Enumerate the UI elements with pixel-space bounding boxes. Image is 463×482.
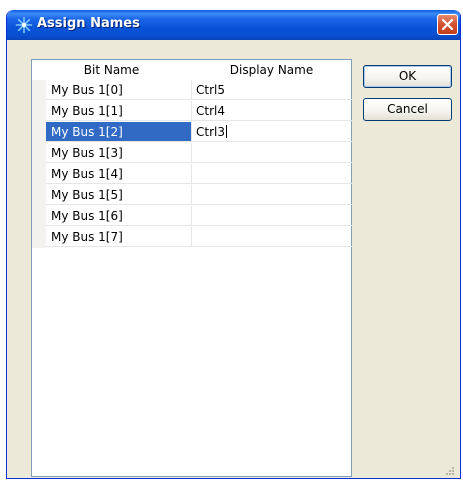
table-row[interactable]: My Bus 1[7] bbox=[32, 227, 352, 248]
display-name-cell[interactable]: Ctrl5 bbox=[191, 80, 352, 100]
row-gutter bbox=[32, 143, 46, 164]
close-icon bbox=[441, 18, 454, 31]
display-name-edit-text[interactable]: Ctrl3 bbox=[196, 125, 225, 139]
resize-grip-icon[interactable] bbox=[443, 461, 455, 475]
grid-header: Bit Name Display Name bbox=[32, 60, 351, 80]
table-row[interactable]: My Bus 1[0] Ctrl5 bbox=[32, 80, 352, 101]
row-gutter bbox=[32, 164, 46, 185]
table-row[interactable]: My Bus 1[1] Ctrl4 bbox=[32, 101, 352, 122]
display-name-cell[interactable] bbox=[191, 143, 352, 163]
display-name-cell[interactable]: Ctrl4 bbox=[191, 101, 352, 121]
bit-name-cell[interactable]: My Bus 1[1] bbox=[46, 101, 191, 121]
table-row[interactable]: My Bus 1[3] bbox=[32, 143, 352, 164]
bit-name-cell[interactable]: My Bus 1[4] bbox=[46, 164, 191, 184]
cancel-button[interactable]: Cancel bbox=[363, 98, 452, 121]
row-gutter bbox=[32, 227, 46, 248]
row-gutter bbox=[32, 206, 46, 227]
row-gutter bbox=[32, 185, 46, 206]
display-name-cell[interactable] bbox=[191, 185, 352, 205]
names-grid[interactable]: Bit Name Display Name My Bus 1[0] Ctrl5 … bbox=[31, 59, 352, 477]
bit-name-cell[interactable]: My Bus 1[6] bbox=[46, 206, 191, 226]
table-row[interactable]: My Bus 1[4] bbox=[32, 164, 352, 185]
row-gutter bbox=[32, 101, 46, 122]
bit-name-cell[interactable]: My Bus 1[5] bbox=[46, 185, 191, 205]
column-header-bit-name[interactable]: Bit Name bbox=[32, 63, 191, 77]
bit-name-cell[interactable]: My Bus 1[0] bbox=[46, 80, 191, 100]
row-gutter bbox=[32, 122, 46, 143]
display-name-cell[interactable] bbox=[191, 164, 352, 184]
text-caret bbox=[226, 125, 227, 138]
display-name-cell[interactable] bbox=[191, 227, 352, 247]
app-icon bbox=[15, 16, 33, 34]
close-button[interactable] bbox=[437, 14, 458, 35]
dialog-title: Assign Names bbox=[37, 16, 140, 31]
table-row[interactable]: My Bus 1[6] bbox=[32, 206, 352, 227]
row-gutter bbox=[32, 80, 46, 101]
assign-names-dialog: Assign Names Bit Name Display Name My Bu… bbox=[6, 10, 461, 479]
dialog-body: Bit Name Display Name My Bus 1[0] Ctrl5 … bbox=[10, 40, 457, 477]
display-name-edit-cell[interactable]: Ctrl3 bbox=[191, 122, 352, 142]
bit-name-cell[interactable]: My Bus 1[3] bbox=[46, 143, 191, 163]
display-name-cell[interactable] bbox=[191, 206, 352, 226]
title-bar[interactable]: Assign Names bbox=[7, 10, 460, 40]
column-header-display-name[interactable]: Display Name bbox=[191, 63, 352, 77]
bit-name-cell[interactable]: My Bus 1[7] bbox=[46, 227, 191, 247]
bit-name-cell[interactable]: My Bus 1[2] bbox=[46, 122, 191, 142]
ok-button[interactable]: OK bbox=[363, 65, 452, 88]
table-row-selected[interactable]: My Bus 1[2] Ctrl3 bbox=[32, 122, 352, 143]
table-row[interactable]: My Bus 1[5] bbox=[32, 185, 352, 206]
